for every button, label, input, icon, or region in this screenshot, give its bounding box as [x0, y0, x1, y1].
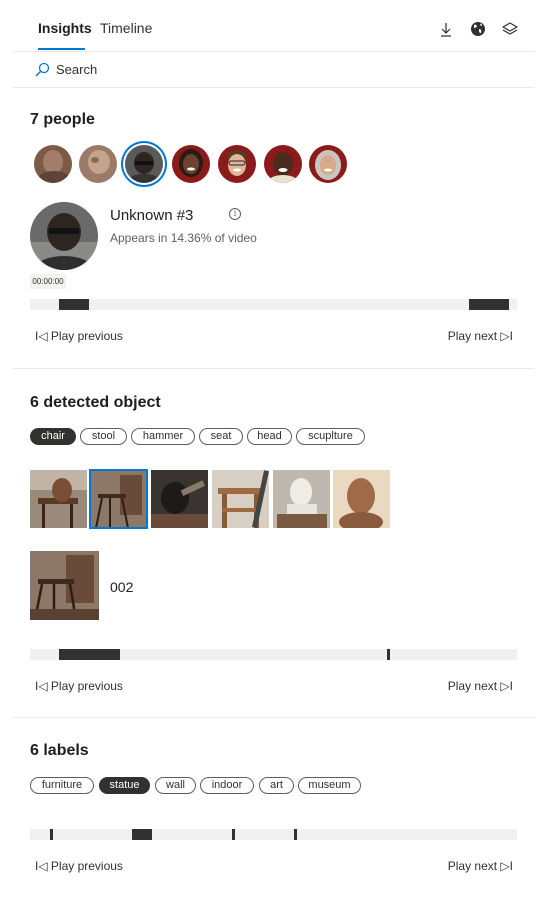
object-thumbnail[interactable] [273, 470, 330, 528]
label-tag-furniture[interactable]: furniture [30, 777, 94, 794]
object-tag-scuplture[interactable]: scuplture [296, 428, 365, 445]
tab-insights[interactable]: Insights [38, 20, 92, 36]
person-avatar-2[interactable] [79, 145, 117, 183]
objects-play-next-button[interactable]: Play next ▷I [448, 679, 513, 693]
object-tag-stool[interactable]: stool [80, 428, 127, 445]
person-avatar-5[interactable] [218, 145, 256, 183]
object-thumbnail[interactable] [89, 469, 148, 529]
search-input[interactable]: Search [12, 52, 535, 88]
objects-play-previous-button[interactable]: I◁ Play previous [35, 679, 123, 693]
timestamp-tooltip: 00:00:00 [30, 274, 66, 289]
people-play-next-button[interactable]: Play next ▷I [448, 329, 513, 343]
person-avatar-6[interactable] [264, 145, 302, 183]
people-timeline[interactable] [30, 299, 517, 310]
selected-object-id: 002 [110, 579, 134, 595]
appearance-segment[interactable] [59, 299, 89, 310]
section-divider [12, 717, 535, 718]
labels-title: 6 labels [30, 742, 89, 759]
person-avatar-4[interactable] [172, 145, 210, 183]
object-thumbnail[interactable] [30, 470, 87, 528]
person-name: Unknown #3 [110, 207, 194, 224]
appearance-segment[interactable] [469, 299, 509, 310]
people-title: 7 people [30, 111, 95, 128]
search-icon [35, 62, 50, 77]
selected-person-image [30, 202, 98, 270]
globe-icon[interactable] [469, 20, 487, 38]
label-tag-art[interactable]: art [259, 777, 294, 794]
appearance-marker[interactable] [387, 649, 390, 660]
object-thumbnail[interactable] [151, 470, 208, 528]
people-play-previous-button[interactable]: I◁ Play previous [35, 329, 123, 343]
info-icon[interactable]: i [229, 208, 241, 220]
object-tag-hammer[interactable]: hammer [131, 428, 195, 445]
appearance-segment[interactable] [132, 829, 152, 840]
labels-timeline[interactable] [30, 829, 517, 840]
appearance-marker[interactable] [294, 829, 297, 840]
object-tag-chair[interactable]: chair [30, 428, 76, 445]
header: Insights Timeline [12, 0, 535, 52]
objects-title: 6 detected object [30, 394, 161, 411]
appearance-marker[interactable] [50, 829, 53, 840]
search-placeholder: Search [56, 62, 98, 77]
objects-timeline[interactable] [30, 649, 517, 660]
layers-icon[interactable] [501, 20, 519, 38]
label-tag-wall[interactable]: wall [155, 777, 196, 794]
person-avatar-1[interactable] [34, 145, 72, 183]
selected-object-image [30, 551, 99, 620]
object-thumbnail[interactable] [212, 470, 269, 528]
appearance-segment[interactable] [59, 649, 120, 660]
appearance-marker[interactable] [232, 829, 235, 840]
person-avatar-7[interactable] [309, 145, 347, 183]
labels-play-previous-button[interactable]: I◁ Play previous [35, 859, 123, 873]
label-tag-statue[interactable]: statue [99, 777, 150, 794]
object-tag-head[interactable]: head [247, 428, 292, 445]
person-avatar-3[interactable] [125, 145, 163, 183]
object-tag-seat[interactable]: seat [199, 428, 243, 445]
tab-timeline[interactable]: Timeline [100, 20, 152, 36]
person-appearance-text: Appears in 14.36% of video [110, 231, 257, 245]
object-thumbnail[interactable] [333, 470, 390, 528]
download-icon[interactable] [437, 20, 455, 38]
tab-insights-underline [38, 48, 85, 50]
section-divider [12, 368, 535, 369]
labels-play-next-button[interactable]: Play next ▷I [448, 859, 513, 873]
label-tag-museum[interactable]: museum [298, 777, 361, 794]
label-tag-indoor[interactable]: indoor [200, 777, 254, 794]
